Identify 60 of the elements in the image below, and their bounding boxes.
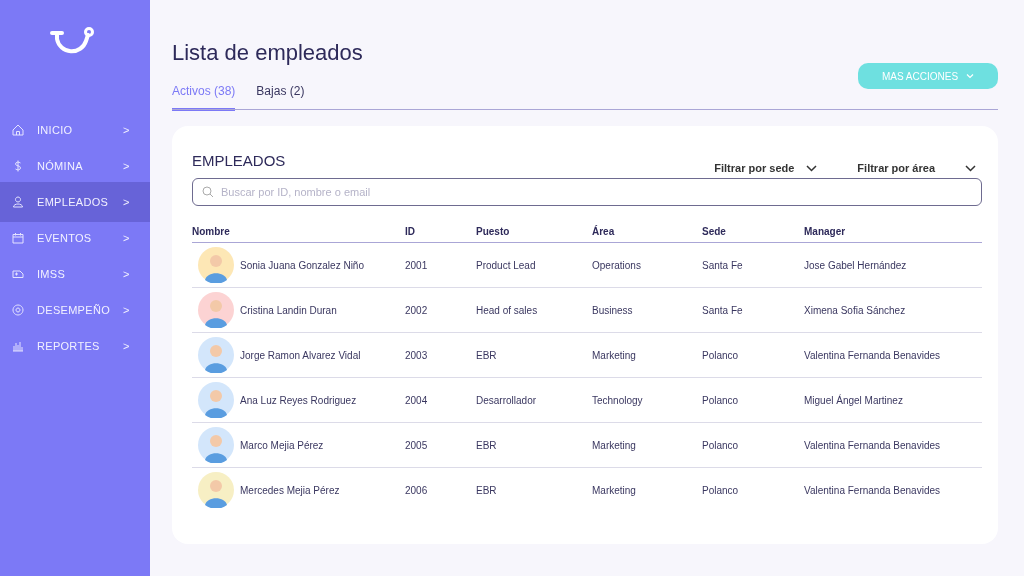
table-cell: Technology xyxy=(592,394,643,406)
table-cell: Ana Luz Reyes Rodriguez xyxy=(240,394,357,406)
table-cell: Ximena Sofia Sánchez xyxy=(804,304,906,316)
table-cell: 2004 xyxy=(405,394,428,406)
table-cell: Polanco xyxy=(702,484,739,496)
tab[interactable]: Bajas (2) xyxy=(256,84,305,111)
table-cell: Polanco xyxy=(702,439,739,451)
dollar-icon xyxy=(12,160,24,172)
table-cell: 2003 xyxy=(405,349,428,361)
column-header: Manager xyxy=(804,226,982,243)
table-cell: Valentina Fernanda Benavides xyxy=(804,484,941,496)
column-header: Nombre xyxy=(192,226,405,243)
home-icon xyxy=(12,124,24,136)
caret-icon xyxy=(965,164,976,172)
table-cell: Operations xyxy=(592,259,641,271)
target-icon xyxy=(12,304,24,316)
table-cell: Marketing xyxy=(592,439,636,451)
calendar-icon xyxy=(12,232,24,244)
table-cell: Cristina Landin Duran xyxy=(240,304,337,316)
table-cell: Jose Gabel Hernández xyxy=(804,259,907,271)
table-cell: Valentina Fernanda Benavides xyxy=(804,439,941,451)
table-cell: Santa Fe xyxy=(702,304,743,316)
table-cell: Marco Mejia Pérez xyxy=(240,439,324,451)
table-cell: Mercedes Mejia Pérez xyxy=(240,484,340,496)
table-cell: Polanco xyxy=(702,394,739,406)
table-cell: Desarrollador xyxy=(476,394,537,406)
table-cell: 2005 xyxy=(405,439,428,451)
table-cell: Marketing xyxy=(592,349,636,361)
table-cell: Polanco xyxy=(702,349,739,361)
person-icon xyxy=(12,196,24,208)
page-title: Lista de empleados xyxy=(172,40,363,66)
table-cell: Product Lead xyxy=(476,259,536,271)
column-header: Área xyxy=(592,226,702,243)
column-header: Puesto xyxy=(476,226,592,243)
sidebar-item[interactable]: EMPLEADOS > xyxy=(0,182,150,222)
card-title: EMPLEADOS xyxy=(192,152,286,169)
column-header: Sede xyxy=(702,226,804,243)
table-cell: Business xyxy=(592,304,633,316)
search-icon xyxy=(202,186,214,198)
caret-icon xyxy=(966,73,975,79)
caret-icon xyxy=(806,164,818,172)
chart-icon xyxy=(12,340,24,352)
table-cell: 2002 xyxy=(405,304,428,316)
table-cell: Miguel Ángel Martinez xyxy=(804,394,903,406)
table-cell: EBR xyxy=(476,349,497,361)
filter-dropdown[interactable]: Filtrar por área xyxy=(857,162,976,174)
column-header: ID xyxy=(405,226,476,243)
table-cell: Valentina Fernanda Benavides xyxy=(804,349,941,361)
table-cell: 2006 xyxy=(405,484,428,496)
table-cell: Head of sales xyxy=(476,304,538,316)
search-field[interactable]: Buscar por ID, nombre o email xyxy=(192,178,982,206)
table-cell: Sonia Juana Gonzalez Niño xyxy=(240,259,364,271)
ambulance-icon xyxy=(12,268,24,280)
table-cell: EBR xyxy=(476,439,497,451)
table-cell: 2001 xyxy=(405,259,428,271)
table-cell: EBR xyxy=(476,484,497,496)
table-cell: Marketing xyxy=(592,484,636,496)
table-cell: Santa Fe xyxy=(702,259,743,271)
filter-dropdown[interactable]: Filtrar por sede xyxy=(714,162,818,174)
table-cell: Jorge Ramon Alvarez Vidal xyxy=(240,349,361,361)
